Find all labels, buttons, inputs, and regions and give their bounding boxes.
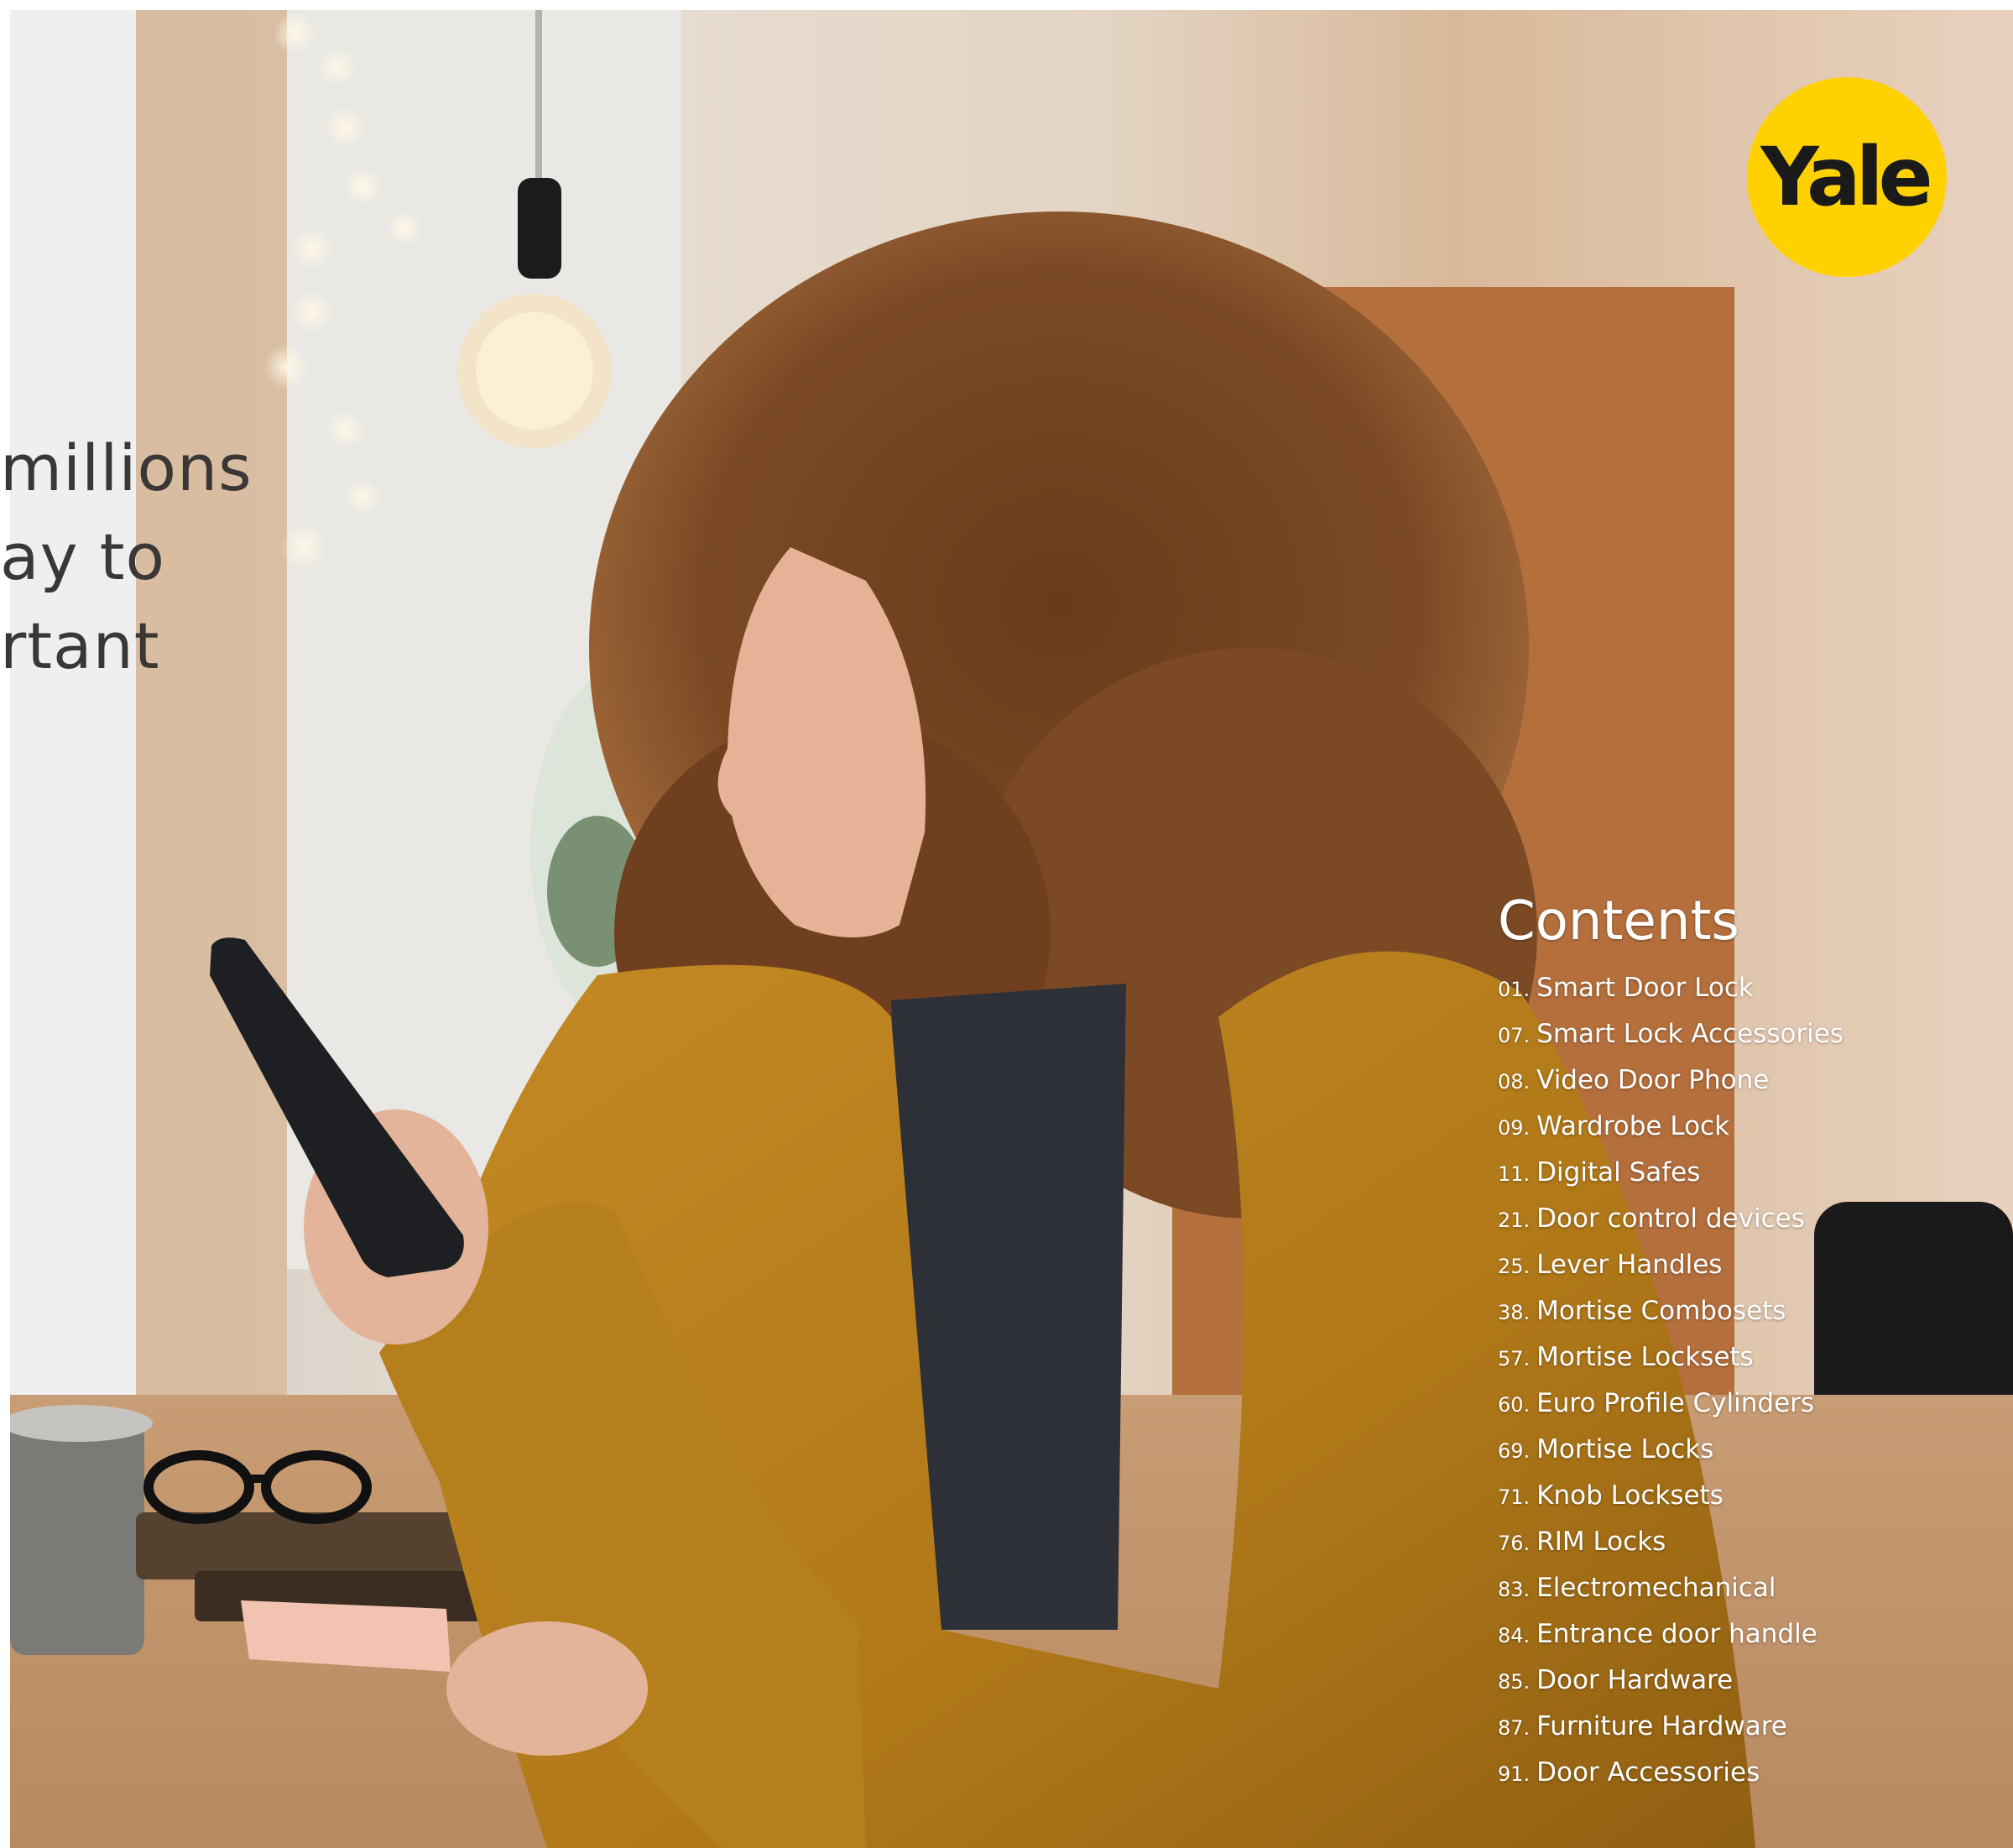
contents-item-label: Video Door Phone bbox=[1536, 1065, 1770, 1095]
headline-text: millions ay to rtant bbox=[0, 424, 253, 691]
contents-item-page: 21. bbox=[1498, 1209, 1531, 1232]
contents-item-page: 83. bbox=[1498, 1578, 1531, 1601]
contents-item-page: 87. bbox=[1498, 1716, 1531, 1740]
contents-item-label: Door Hardware bbox=[1536, 1665, 1734, 1695]
contents-item[interactable]: 07. Smart Lock Accessories bbox=[1498, 1011, 1844, 1057]
contents-item-label: Wardrobe Lock bbox=[1536, 1111, 1730, 1141]
contents-item[interactable]: 11. Digital Safes bbox=[1498, 1150, 1844, 1196]
contents-item[interactable]: 01. Smart Door Lock bbox=[1498, 965, 1844, 1011]
brochure-page: millions ay to rtant Yale Contents 01. Sm… bbox=[0, 0, 2013, 1848]
contents-title: Contents bbox=[1498, 890, 1739, 953]
yale-logo-text: Yale bbox=[1760, 130, 1933, 224]
contents-item-page: 07. bbox=[1498, 1024, 1531, 1047]
contents-item-page: 08. bbox=[1498, 1070, 1531, 1094]
contents-item[interactable]: 84. Entrance door handle bbox=[1498, 1611, 1844, 1657]
contents-item-page: 25. bbox=[1498, 1255, 1531, 1278]
contents-item[interactable]: 60. Euro Profile Cylinders bbox=[1498, 1381, 1844, 1427]
contents-item-page: 11. bbox=[1498, 1162, 1531, 1186]
contents-item-page: 57. bbox=[1498, 1347, 1531, 1370]
contents-item[interactable]: 21. Door control devices bbox=[1498, 1196, 1844, 1242]
contents-item-label: RIM Locks bbox=[1536, 1527, 1666, 1557]
contents-item-label: Knob Locksets bbox=[1536, 1480, 1724, 1511]
contents-item-page: 01. bbox=[1498, 978, 1531, 1001]
contents-item-label: Door control devices bbox=[1536, 1203, 1805, 1234]
contents-item-label: Door Accessories bbox=[1536, 1757, 1760, 1788]
contents-item-label: Entrance door handle bbox=[1536, 1619, 1817, 1649]
contents-item-label: Digital Safes bbox=[1536, 1157, 1701, 1188]
yale-logo: Yale bbox=[1747, 77, 1947, 277]
contents-item[interactable]: 83. Electromechanical bbox=[1498, 1565, 1844, 1611]
contents-item-label: Mortise Locks bbox=[1536, 1434, 1714, 1464]
contents-item-label: Lever Handles bbox=[1536, 1250, 1723, 1280]
contents-section: Contents 01. Smart Door Lock 07. Smart Loc… bbox=[1498, 888, 1844, 1796]
headline-line-2: ay to bbox=[0, 519, 166, 594]
contents-item[interactable]: 85. Door Hardware bbox=[1498, 1657, 1844, 1704]
headline-line-1: millions bbox=[0, 431, 253, 505]
contents-item-label: Mortise Locksets bbox=[1536, 1342, 1754, 1372]
contents-item-label: Mortise Combosets bbox=[1536, 1296, 1786, 1326]
contents-item-page: 09. bbox=[1498, 1116, 1531, 1140]
contents-item-label: Smart Lock Accessories bbox=[1536, 1019, 1844, 1049]
contents-item-label: Smart Door Lock bbox=[1536, 973, 1754, 1003]
contents-item[interactable]: 08. Video Door Phone bbox=[1498, 1057, 1844, 1104]
contents-item-page: 71. bbox=[1498, 1485, 1531, 1509]
contents-list: 01. Smart Door Lock 07. Smart Lock Accesso… bbox=[1498, 965, 1844, 1796]
contents-item-label: Furniture Hardware bbox=[1536, 1711, 1787, 1741]
contents-item[interactable]: 09. Wardrobe Lock bbox=[1498, 1104, 1844, 1150]
contents-item[interactable]: 87. Furniture Hardware bbox=[1498, 1704, 1844, 1750]
contents-item-label: Electromechanical bbox=[1536, 1573, 1776, 1603]
contents-item[interactable]: 25. Lever Handles bbox=[1498, 1242, 1844, 1288]
contents-item[interactable]: 76. RIM Locks bbox=[1498, 1519, 1844, 1565]
contents-item-page: 69. bbox=[1498, 1439, 1531, 1463]
contents-item-page: 76. bbox=[1498, 1532, 1531, 1555]
contents-item-page: 38. bbox=[1498, 1301, 1531, 1324]
contents-item[interactable]: 38. Mortise Combosets bbox=[1498, 1288, 1844, 1334]
contents-item[interactable]: 69. Mortise Locks bbox=[1498, 1427, 1844, 1473]
contents-item-label: Euro Profile Cylinders bbox=[1536, 1388, 1815, 1418]
contents-item-page: 84. bbox=[1498, 1624, 1531, 1647]
contents-item[interactable]: 71. Knob Locksets bbox=[1498, 1473, 1844, 1519]
headline-line-3: rtant bbox=[0, 608, 160, 683]
contents-item-page: 91. bbox=[1498, 1762, 1531, 1786]
contents-item[interactable]: 57. Mortise Locksets bbox=[1498, 1334, 1844, 1381]
contents-item-page: 60. bbox=[1498, 1393, 1531, 1417]
contents-item-page: 85. bbox=[1498, 1670, 1531, 1694]
contents-item[interactable]: 91. Door Accessories bbox=[1498, 1750, 1844, 1796]
